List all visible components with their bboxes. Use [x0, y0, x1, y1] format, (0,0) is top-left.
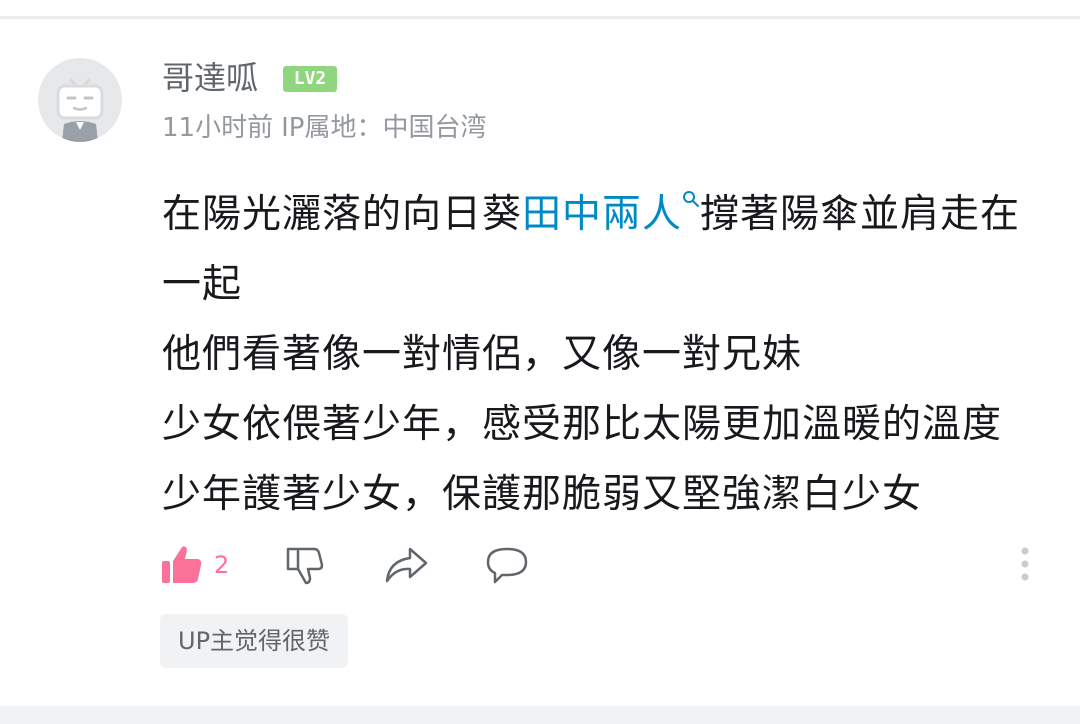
content-line: 少年護著少女，保護那脆弱又堅強潔白少女 — [162, 472, 923, 517]
comment-meta: 11小时前 IP属地：中国台湾 — [162, 112, 486, 144]
username[interactable]: 哥達呱 — [162, 58, 258, 98]
topic-link-text[interactable]: 田中兩人 — [522, 192, 682, 237]
action-bar: 2 — [0, 540, 1080, 596]
reply-button[interactable] — [484, 540, 530, 590]
top-divider — [0, 16, 1080, 19]
share-arrow-icon — [385, 547, 428, 583]
search-icon — [683, 191, 700, 207]
bottom-divider — [0, 706, 1080, 724]
content-text: 在陽光灑落的向日葵 — [162, 192, 523, 237]
content-line: 少女依偎著少年，感受那比太陽更加溫暖的溫度 — [162, 402, 1003, 447]
like-button[interactable]: 2 — [160, 540, 229, 590]
up-liked-tag: UP主觉得很赞 — [160, 614, 349, 668]
vertical-dots-icon — [1021, 547, 1029, 581]
dislike-button[interactable] — [284, 540, 328, 590]
time-ago: 11小时前 — [162, 113, 274, 143]
more-options-button[interactable] — [1010, 545, 1040, 585]
chat-bubble-icon — [486, 547, 528, 584]
like-count: 2 — [214, 551, 230, 579]
thumbs-down-icon — [286, 547, 324, 585]
level-badge: LV2 — [283, 66, 337, 92]
topic-search-link[interactable]: 田中兩人 — [522, 191, 700, 237]
user-avatar[interactable] — [38, 58, 122, 142]
ip-location: IP属地：中国台湾 — [281, 113, 487, 143]
content-line: 在陽光灑落的向日葵田中兩人 撐著陽傘並肩走在一起 — [162, 180, 1052, 320]
share-button[interactable] — [382, 540, 430, 590]
tv-avatar-icon — [56, 78, 104, 142]
thumbs-up-icon — [162, 546, 202, 583]
content-line: 他們看著像一對情侶，又像一對兄妹 — [162, 332, 803, 377]
comment-content: 在陽光灑落的向日葵田中兩人 撐著陽傘並肩走在一起 他們看著像一對情侶，又像一對兄妹… — [162, 180, 1052, 530]
